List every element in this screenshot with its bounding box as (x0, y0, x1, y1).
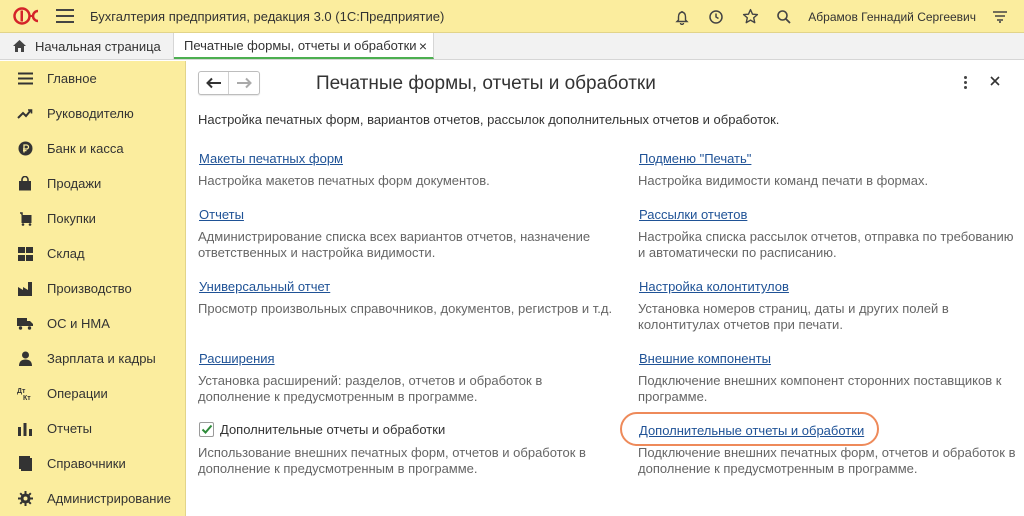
sidebar-item-references[interactable]: Справочники (0, 446, 185, 481)
sidebar-item-label: Склад (47, 246, 85, 261)
link-external-components[interactable]: Внешние компоненты (639, 351, 771, 366)
link-extensions[interactable]: Расширения (199, 351, 275, 366)
link-print-form-templates[interactable]: Макеты печатных форм (199, 151, 343, 166)
page-title: Печатные формы, отчеты и обработки (316, 73, 656, 94)
additional-reports-checkbox-label: Дополнительные отчеты и обработки (220, 422, 446, 437)
sidebar-item-label: Отчеты (47, 421, 92, 436)
sidebar-item-label: Покупки (47, 211, 96, 226)
sidebar-item-sales[interactable]: Продажи (0, 166, 185, 201)
desc-extensions: Установка расширений: разделов, отчетов … (198, 373, 543, 404)
1c-logo-icon[interactable] (12, 6, 48, 26)
book-icon (17, 456, 33, 472)
sidebar: Главное Руководителю Банк и касса Продаж… (0, 61, 186, 516)
svg-text:Кт: Кт (23, 395, 31, 401)
link-headers-footers[interactable]: Настройка колонтитулов (639, 279, 789, 294)
tab-bar: Начальная страница Печатные формы, отчет… (0, 33, 1024, 60)
ruble-coin-icon (17, 141, 33, 157)
tab-print-forms-label: Печатные формы, отчеты и обработки (184, 37, 417, 53)
sidebar-item-main[interactable]: Главное (0, 61, 185, 96)
user-name[interactable]: Абрамов Геннадий Сергеевич (808, 10, 976, 24)
sidebar-item-director[interactable]: Руководителю (0, 96, 185, 131)
checkmark-icon (201, 424, 212, 434)
sidebar-item-bank[interactable]: Банк и касса (0, 131, 185, 166)
bell-icon[interactable] (672, 7, 692, 27)
additional-reports-checkbox[interactable] (199, 422, 214, 437)
main-content: Печатные формы, отчеты и обработки Настр… (187, 61, 1024, 516)
desc-external-components: Подключение внешних компонент сторонних … (638, 373, 1002, 404)
cart-icon (17, 211, 33, 227)
sidebar-item-production[interactable]: Производство (0, 271, 185, 306)
sidebar-item-operations[interactable]: Дт Кт Операции (0, 376, 185, 411)
link-reports[interactable]: Отчеты (199, 207, 244, 222)
warehouse-icon (17, 246, 33, 262)
link-print-submenu[interactable]: Подменю "Печать" (639, 151, 751, 166)
app-title: Бухгалтерия предприятия, редакция 3.0 (1… (90, 8, 445, 24)
desc-reports: Администрирование списка всех вариантов … (198, 229, 591, 260)
desc-print-submenu: Настройка видимости команд печати в форм… (638, 173, 929, 188)
trend-icon (17, 106, 33, 122)
desc-headers-footers: Установка номеров страниц, даты и других… (638, 301, 949, 332)
more-actions-icon[interactable] (959, 73, 971, 91)
gear-icon (17, 491, 33, 507)
tab-home-label: Начальная страница (35, 38, 161, 54)
menu-lines-icon (17, 71, 33, 87)
person-icon (17, 351, 33, 367)
desc-print-form-templates: Настройка макетов печатных форм документ… (198, 173, 490, 188)
link-universal-report[interactable]: Универсальный отчет (199, 279, 330, 294)
sidebar-item-purchases[interactable]: Покупки (0, 201, 185, 236)
sidebar-item-administration[interactable]: Администрирование (0, 481, 185, 516)
link-report-mailings[interactable]: Рассылки отчетов (639, 207, 747, 222)
desc-additional-reports: Подключение внешних печатных форм, отчет… (638, 445, 1016, 476)
additional-reports-checkbox-row[interactable]: Дополнительные отчеты и обработки (199, 422, 445, 437)
factory-icon (17, 281, 33, 297)
dt-kt-icon: Дт Кт (17, 386, 33, 402)
sidebar-item-label: ОС и НМА (47, 316, 110, 331)
tab-print-forms[interactable]: Печатные формы, отчеты и обработки × (174, 33, 434, 59)
sidebar-item-salary[interactable]: Зарплата и кадры (0, 341, 185, 376)
sidebar-item-label: Руководителю (47, 106, 134, 121)
sidebar-item-label: Продажи (47, 176, 102, 191)
truck-icon (17, 316, 33, 332)
history-nav (198, 71, 260, 95)
sidebar-item-label: Администрирование (47, 491, 171, 506)
main-menu-icon[interactable] (56, 9, 74, 23)
tab-close-icon[interactable]: × (419, 38, 427, 54)
back-arrow-icon[interactable] (199, 72, 230, 94)
history-icon[interactable] (706, 7, 726, 27)
desc-additional-reports-checkbox: Использование внешних печатных форм, отч… (198, 445, 586, 476)
sidebar-item-reports[interactable]: Отчеты (0, 411, 185, 446)
bar-chart-icon (17, 421, 33, 437)
search-icon[interactable] (774, 7, 794, 27)
forward-arrow-icon[interactable] (229, 72, 259, 94)
intro-text: Настройка печатных форм, вариантов отчет… (198, 112, 780, 127)
sidebar-item-label: Банк и касса (47, 141, 124, 156)
shopping-bag-icon (17, 176, 33, 192)
sidebar-item-warehouse[interactable]: Склад (0, 236, 185, 271)
sidebar-item-label: Производство (47, 281, 132, 296)
sidebar-item-label: Зарплата и кадры (47, 351, 156, 366)
sidebar-item-fixed-assets[interactable]: ОС и НМА (0, 306, 185, 341)
desc-report-mailings: Настройка списка рассылок отчетов, отпра… (638, 229, 1014, 260)
sidebar-item-label: Справочники (47, 456, 126, 471)
sidebar-item-label: Операции (47, 386, 108, 401)
top-bar: Бухгалтерия предприятия, редакция 3.0 (1… (0, 0, 1024, 33)
settings-menu-icon[interactable] (990, 7, 1010, 27)
link-additional-reports[interactable]: Дополнительные отчеты и обработки (639, 423, 864, 438)
close-form-icon[interactable] (990, 73, 1000, 91)
desc-universal-report: Просмотр произвольных справочников, доку… (198, 301, 613, 316)
svg-text:Дт: Дт (17, 388, 26, 395)
home-icon (13, 40, 26, 52)
tab-home[interactable]: Начальная страница (0, 33, 174, 59)
star-icon[interactable] (740, 7, 760, 27)
sidebar-item-label: Главное (47, 71, 97, 86)
